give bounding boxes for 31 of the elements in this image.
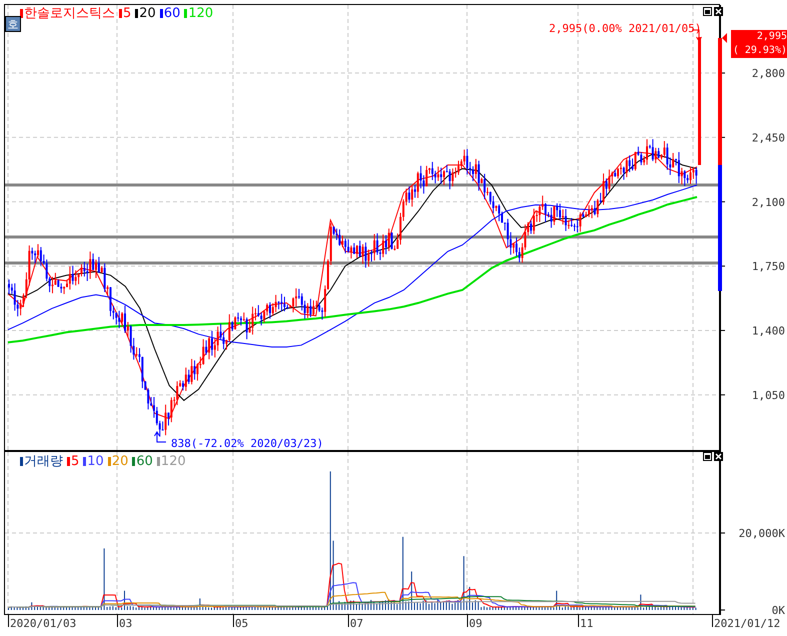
axis-label: 2,800 (752, 67, 785, 80)
legend-label: 20 (112, 454, 128, 469)
axis-label: 11 (580, 617, 594, 630)
axis-label: 1,050 (752, 388, 785, 402)
legend-label: 60 (136, 454, 153, 469)
legend-label: 5 (71, 454, 80, 469)
legend-label: 20 (139, 6, 156, 21)
legend-label: 120 (188, 6, 214, 21)
legend-label: 거래량 (24, 454, 63, 469)
axis-label: 2020/01/03 (10, 617, 76, 630)
axis-label: 03 (119, 617, 132, 630)
high-price-note: 2,995(0.00% 2021/01/05) (549, 22, 702, 35)
legend-label: 10 (87, 454, 104, 469)
axis-label: 2,450 (752, 131, 785, 144)
price-change: ( 29.93%) (732, 44, 787, 58)
axis-label: 07 (350, 617, 364, 630)
legend-label: 60 (164, 6, 180, 21)
stock-name: 한솔로지스틱스 (24, 6, 115, 21)
axis-label: 2021/01/12 (714, 617, 780, 630)
axis-label: 0K (772, 604, 785, 617)
axis-label: 20,000K (738, 527, 785, 540)
current-price: 2,995 (756, 30, 787, 44)
chart-type-button[interactable]: 호 (5, 16, 21, 32)
low-price-note: 838(-72.02% 2020/03/23) (171, 437, 324, 450)
legend-label: 5 (123, 6, 132, 21)
axis-label: 09 (469, 617, 482, 630)
axis-label: 1,400 (752, 324, 785, 338)
axis-label: 1,750 (752, 260, 785, 274)
legend-label: 120 (160, 454, 186, 469)
axis-label: 05 (235, 617, 248, 630)
axis-label: 2,100 (752, 196, 785, 209)
